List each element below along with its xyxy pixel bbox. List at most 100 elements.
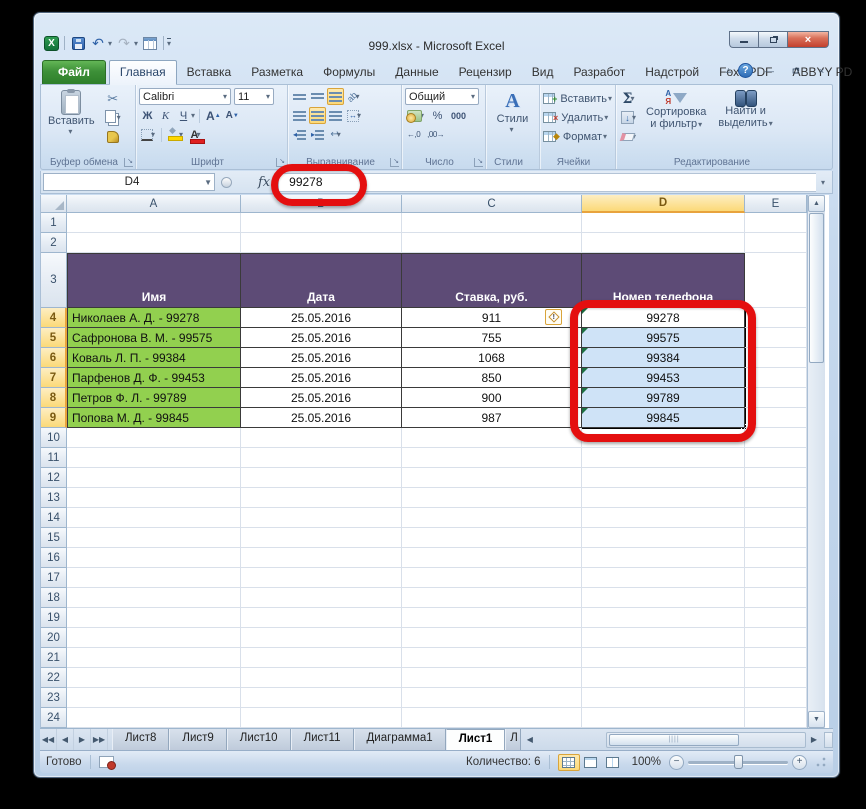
cell-C13[interactable] (402, 488, 582, 508)
row-header-10[interactable]: 10 (41, 428, 67, 448)
underline-dropdown-icon[interactable]: ▾ (191, 111, 195, 120)
increase-decimal-button[interactable]: ←,0 (405, 126, 422, 143)
cell-C21[interactable] (402, 648, 582, 668)
close-button[interactable]: × (787, 31, 829, 48)
cell-D20[interactable] (582, 628, 745, 648)
cell-B17[interactable] (241, 568, 402, 588)
insert-function-icon[interactable]: fx (258, 175, 270, 190)
cell-A3[interactable]: Имя (67, 253, 241, 308)
sheet-tab-partial[interactable]: Л (505, 729, 521, 750)
cell-B2[interactable] (241, 233, 402, 253)
delete-cells-button[interactable]: ×Удалить▾ (543, 109, 612, 126)
next-sheet-icon[interactable]: ▶ (74, 729, 91, 750)
row-header-20[interactable]: 20 (41, 628, 67, 648)
cell-A7[interactable]: Парфенов Д. Ф. - 99453 (67, 368, 241, 388)
horizontal-scrollbar[interactable]: |||| ▶ (606, 729, 833, 750)
cell-A21[interactable] (67, 648, 241, 668)
cut-button[interactable]: ✂ (103, 90, 123, 107)
vertical-scrollbar[interactable]: ▲ ▼ (807, 195, 825, 728)
cell-B10[interactable] (241, 428, 402, 448)
cell-B16[interactable] (241, 548, 402, 568)
record-macro-icon[interactable] (99, 756, 114, 768)
tab-надстрой[interactable]: Надстрой (635, 61, 709, 84)
comma-style-button[interactable]: 000 (449, 107, 468, 124)
number-dialog-launcher-icon[interactable]: ↘ (474, 158, 483, 167)
row-header-5[interactable]: 5 (41, 328, 67, 348)
cell-D2[interactable] (582, 233, 745, 253)
row-header-14[interactable]: 14 (41, 508, 67, 528)
align-right-button[interactable] (327, 107, 344, 124)
column-header-C[interactable]: C (402, 195, 582, 213)
cell-C24[interactable] (402, 708, 582, 728)
cell-C20[interactable] (402, 628, 582, 648)
collapse-ribbon-icon[interactable]: ▵ (726, 65, 731, 76)
cell-B13[interactable] (241, 488, 402, 508)
cell-C7[interactable]: 850 (402, 368, 582, 388)
row-header-6[interactable]: 6 (41, 348, 67, 368)
cell-E13[interactable] (745, 488, 807, 508)
cell-D18[interactable] (582, 588, 745, 608)
cell-D5[interactable]: 99575 (582, 328, 745, 348)
cell-C1[interactable] (402, 213, 582, 233)
vertical-scroll-thumb[interactable] (809, 213, 824, 363)
cell-B21[interactable] (241, 648, 402, 668)
cell-E5[interactable] (745, 328, 807, 348)
paste-button[interactable]: Вставить ▾ (44, 88, 99, 145)
cell-D6[interactable]: 99384 (582, 348, 745, 368)
zoom-in-icon[interactable]: + (792, 755, 807, 770)
cell-C16[interactable] (402, 548, 582, 568)
cell-D9[interactable]: 99845 (582, 408, 745, 428)
cell-C11[interactable] (402, 448, 582, 468)
cell-B12[interactable] (241, 468, 402, 488)
fill-color-button[interactable]: ▾ (166, 126, 185, 143)
sheet-tab-лист8[interactable]: Лист8 (112, 729, 169, 750)
cell-B6[interactable]: 25.05.2016 (241, 348, 402, 368)
row-header-24[interactable]: 24 (41, 708, 67, 728)
resize-grip[interactable] (815, 756, 827, 768)
merge-center-button[interactable]: ↔▾ (345, 107, 363, 124)
cell-A14[interactable] (67, 508, 241, 528)
row-header-2[interactable]: 2 (41, 233, 67, 253)
autosum-button[interactable]: Σ▾ (619, 90, 638, 107)
row-header-11[interactable]: 11 (41, 448, 67, 468)
formula-bar-divider-button[interactable] (221, 177, 232, 188)
paste-dropdown-icon[interactable]: ▾ (68, 127, 72, 136)
column-header-A[interactable]: A (67, 195, 241, 213)
normal-view-button[interactable] (558, 754, 580, 771)
cell-B18[interactable] (241, 588, 402, 608)
decrease-decimal-button[interactable]: ,00→ (425, 126, 446, 143)
cell-C19[interactable] (402, 608, 582, 628)
cell-B9[interactable]: 25.05.2016 (241, 408, 402, 428)
cell-E23[interactable] (745, 688, 807, 708)
row-header-16[interactable]: 16 (41, 548, 67, 568)
cell-E17[interactable] (745, 568, 807, 588)
font-name-select[interactable]: Calibri▾ (139, 88, 231, 105)
row-header-22[interactable]: 22 (41, 668, 67, 688)
sort-filter-button[interactable]: АЯ Сортировкаи фильтр ▾ (642, 88, 710, 145)
tab-формулы[interactable]: Формулы (313, 61, 385, 84)
accounting-format-button[interactable]: ▾ (405, 107, 426, 124)
cell-E24[interactable] (745, 708, 807, 728)
grow-font-button[interactable]: А▲ (204, 107, 223, 124)
cell-A23[interactable] (67, 688, 241, 708)
cell-E7[interactable] (745, 368, 807, 388)
font-color-button[interactable]: А▾ (187, 126, 204, 143)
font-dialog-launcher-icon[interactable]: ↘ (276, 158, 285, 167)
cell-C2[interactable] (402, 233, 582, 253)
cell-E3[interactable] (745, 253, 807, 308)
cell-D10[interactable] (582, 428, 745, 448)
cell-B1[interactable] (241, 213, 402, 233)
workbook-minimize-icon[interactable]: — (760, 64, 779, 77)
cell-E16[interactable] (745, 548, 807, 568)
tab-scroll-right-icon[interactable]: ▶ (806, 732, 822, 748)
cell-A17[interactable] (67, 568, 241, 588)
cell-A12[interactable] (67, 468, 241, 488)
cell-B7[interactable]: 25.05.2016 (241, 368, 402, 388)
find-select-button[interactable]: Найти ивыделить ▾ (714, 88, 776, 145)
cell-C3[interactable]: Ставка, руб. (402, 253, 582, 308)
clipboard-dialog-launcher-icon[interactable]: ↘ (124, 158, 133, 167)
column-header-E[interactable]: E (745, 195, 807, 213)
cell-D11[interactable] (582, 448, 745, 468)
tab-вид[interactable]: Вид (522, 61, 564, 84)
cell-D14[interactable] (582, 508, 745, 528)
